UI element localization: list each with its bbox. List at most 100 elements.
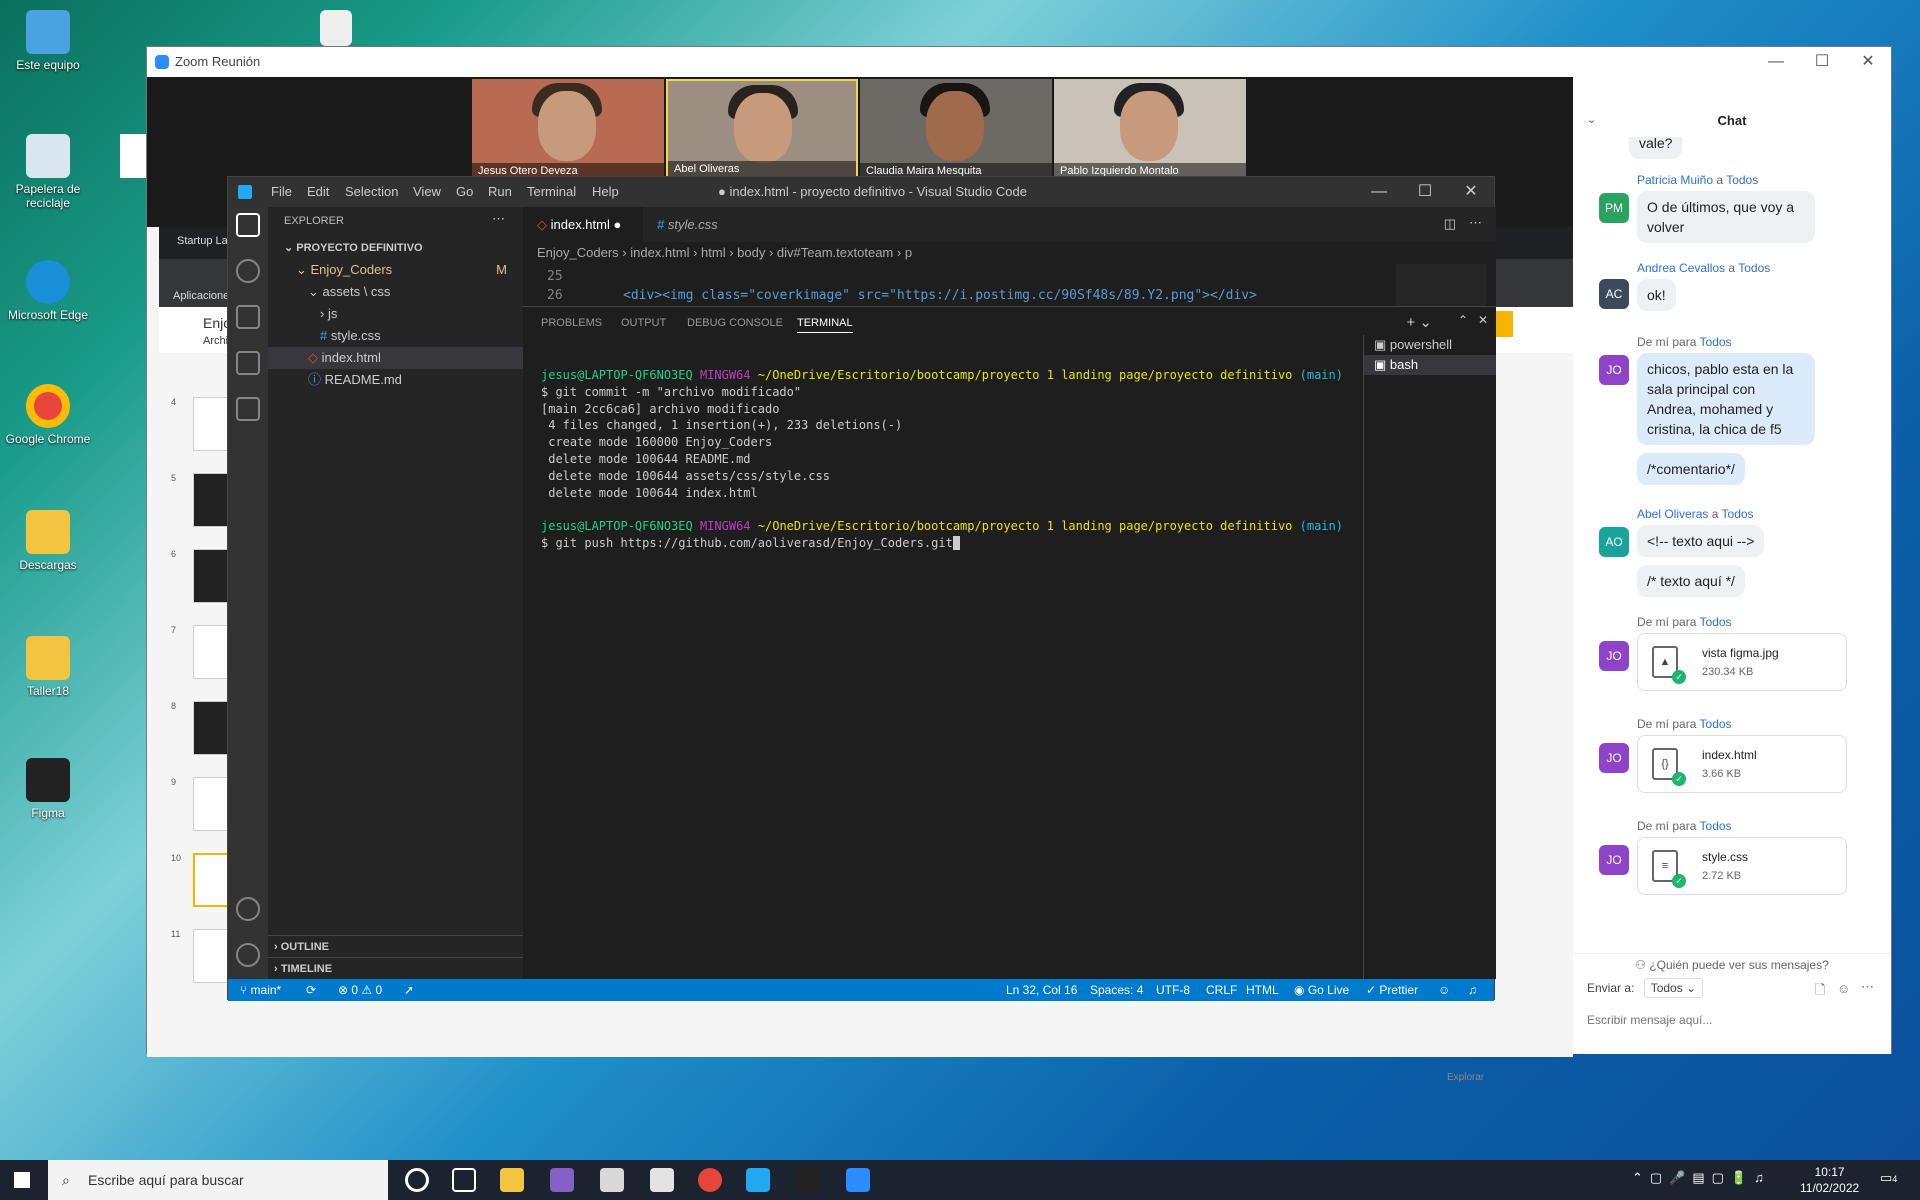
menu-file[interactable]: File [271,177,292,207]
more-icon[interactable]: ⋯ [492,211,505,227]
menu-run[interactable]: Run [488,177,512,207]
breadcrumb-item[interactable]: index.html [630,245,689,260]
desktop-icon-partial[interactable] [120,134,146,178]
tab-debug-console[interactable]: DEBUG CONSOLE [687,317,783,329]
split-editor-icon[interactable]: ◫ [1444,216,1456,232]
paint-icon[interactable] [600,1168,624,1192]
chrome-icon[interactable] [698,1168,722,1192]
menu-help[interactable]: Help [592,177,619,207]
minimize-button[interactable]: — [1753,47,1799,77]
run-debug-icon[interactable] [236,351,260,375]
search-icon[interactable] [236,259,260,283]
bell-icon[interactable]: ♫ [1468,979,1477,1001]
start-button[interactable] [14,1172,30,1188]
tree-item-file[interactable]: # style.css [268,325,523,347]
tree-item-folder[interactable]: ⌄ assets \ css [268,281,523,303]
bookmark-apps[interactable]: Aplicaciones [173,290,235,302]
prettier-button[interactable]: ✓ Prettier [1366,979,1418,1001]
file-attachment[interactable]: ≡ ✓ style.css 2.72 KB [1637,837,1847,895]
tab-terminal[interactable]: TERMINAL [797,317,853,333]
branch-indicator[interactable]: ⑂ main* [240,979,281,1001]
breadcrumb-item[interactable]: p [905,245,912,260]
terminal-output[interactable]: jesus@LAPTOP-QF6NO3EQ MINGW64 ~/OneDrive… [541,367,1361,552]
maximize-button[interactable]: ☐ [1402,177,1448,207]
desktop-icon-edge[interactable]: Microsoft Edge [0,260,96,322]
line-endings[interactable]: CRLF [1206,979,1237,1001]
tab-index-html[interactable]: ◇ index.html ● [523,207,643,242]
more-icon[interactable]: ⋯ [1469,215,1482,231]
source-control-icon[interactable] [236,305,260,329]
notifications-icon[interactable]: ▭4 [1880,1170,1897,1186]
breadcrumb-item[interactable]: Enjoy_Coders [537,245,619,260]
maximize-button[interactable]: ☐ [1799,47,1845,77]
vscode-icon[interactable] [746,1168,770,1192]
cortana-icon[interactable] [405,1168,429,1192]
minimize-button[interactable]: — [1356,177,1402,207]
project-root[interactable]: ⌄ PROYECTO DEFINITIVO [268,237,523,259]
code-editor[interactable]: 25 26 <div><img class="coverkimage" src=… [523,264,1496,306]
tree-item-file[interactable]: ⓘ README.md [268,369,523,391]
figma-icon[interactable] [796,1168,820,1192]
cursor-position[interactable]: Ln 32, Col 16 [1006,979,1077,1001]
visual-studio-icon[interactable] [550,1168,574,1192]
desktop-icon-papelera[interactable]: Papelera de reciclaje [0,134,96,210]
menu-terminal[interactable]: Terminal [527,177,576,207]
extensions-icon[interactable] [236,397,260,421]
explore-button[interactable]: Explorar [1447,1072,1484,1083]
tab-style-css[interactable]: # style.css [643,207,753,242]
sync-icon[interactable]: ⟳ [306,979,316,1001]
file-attachment[interactable]: ▲ ✓ vista figma.jpg 230.34 KB [1637,633,1847,691]
language-mode[interactable]: HTML [1246,979,1279,1001]
breadcrumb-item[interactable]: div#Team.textoteam [777,245,893,260]
go-live-button[interactable]: ◉ Go Live [1294,979,1349,1001]
chevron-up-icon[interactable]: ⌃ [1458,313,1468,327]
gear-icon[interactable] [236,943,260,967]
tree-item-file[interactable]: ◇ index.html [268,347,523,369]
file-attachment[interactable]: {} ✓ index.html 3.66 KB [1637,735,1847,793]
basex-icon[interactable] [650,1168,674,1192]
emoji-icon[interactable]: ☺ [1837,981,1850,996]
participant-video[interactable]: Abel Oliveras [666,79,858,179]
terminal-item-powershell[interactable]: ▣ powershell [1364,335,1496,355]
zoom-icon[interactable] [846,1168,870,1192]
more-icon[interactable]: ⋯ [1861,979,1874,995]
tab-problems[interactable]: PROBLEMS [541,317,602,329]
task-view-icon[interactable] [452,1168,476,1192]
add-terminal-icon[interactable]: + ⌄ [1407,313,1433,331]
live-share-icon[interactable]: ➚ [404,979,414,1001]
clock[interactable]: 10:17 11/02/2022 [1800,1164,1859,1196]
participant-video[interactable]: Claudia Maira Mesquita [860,79,1052,179]
desktop-icon-partial[interactable] [320,10,352,46]
participant-video[interactable]: Pablo Izquierdo Montalo [1054,79,1246,179]
indentation[interactable]: Spaces: 4 [1090,979,1143,1001]
system-tray-icons[interactable]: ⌃▢🎤▤▢🔋♫ [1632,1170,1771,1186]
file-icon[interactable]: 🗋 [1815,981,1825,1003]
menu-edit[interactable]: Edit [307,177,329,207]
who-can-see-link[interactable]: ⚇ ¿Quién puede ver sus mensajes? [1573,953,1891,972]
taskbar-search[interactable]: ⌕ Escribe aquí para buscar [48,1160,388,1200]
outline-section[interactable]: › OUTLINE [268,935,523,957]
tab-output[interactable]: OUTPUT [621,317,666,329]
desktop-icon-figma[interactable]: Figma [0,758,96,820]
tree-item-folder[interactable]: › js [268,303,523,325]
chat-message-input[interactable] [1587,1009,1877,1031]
tree-item-folder[interactable]: ⌄ Enjoy_Coders M [268,259,523,281]
desktop-icon-descargas[interactable]: Descargas [0,510,96,572]
problems-indicator[interactable]: ⊗ 0 ⚠ 0 [338,979,382,1001]
breadcrumb-item[interactable]: body [737,245,765,260]
account-icon[interactable] [236,897,260,921]
menu-selection[interactable]: Selection [345,177,398,207]
desktop-icon-este-equipo[interactable]: Este equipo [0,10,96,72]
menu-go[interactable]: Go [456,177,473,207]
send-to-dropdown[interactable]: Todos ⌄ [1643,978,1704,998]
desktop-icon-taller18[interactable]: Taller18 [0,636,96,698]
close-button[interactable]: ✕ [1845,47,1891,77]
terminal-item-bash[interactable]: ▣ bash [1364,355,1496,375]
feedback-icon[interactable]: ☺ [1438,979,1450,1001]
desktop-icon-chrome[interactable]: Google Chrome [0,384,96,446]
encoding[interactable]: UTF-8 [1156,979,1190,1001]
close-button[interactable]: ✕ [1448,177,1494,207]
menu-view[interactable]: View [413,177,441,207]
participant-video[interactable]: Jesus Otero Deveza [472,79,664,179]
timeline-section[interactable]: › TIMELINE [268,957,523,979]
